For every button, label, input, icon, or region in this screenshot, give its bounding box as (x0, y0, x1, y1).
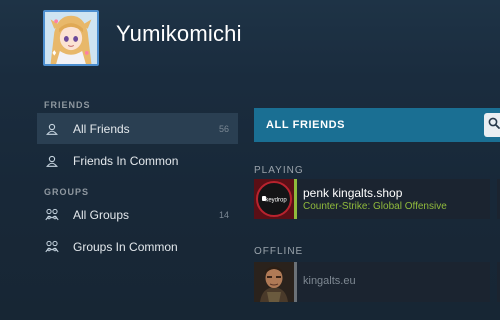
person-icon (45, 154, 59, 168)
sidebar-item-friends-in-common[interactable]: Friends In Common (37, 145, 238, 176)
keydrop-logo-icon: keydrop (254, 179, 294, 219)
groups-count: 14 (218, 209, 229, 220)
sidebar-item-label: All Friends (73, 121, 130, 136)
sidebar-item-all-friends[interactable]: All Friends 56 (37, 113, 238, 144)
profile-username: Yumikomichi (116, 21, 242, 46)
friends-section-label: FRIENDS (44, 100, 91, 110)
in-game-status-bar (294, 179, 297, 219)
sidebar-item-all-groups[interactable]: All Groups 14 (37, 199, 238, 230)
search-icon (488, 116, 500, 134)
person-icon (45, 122, 59, 136)
friend-game: Counter-Strike: Global Offensive (303, 201, 447, 212)
soldier-avatar-icon (254, 262, 294, 302)
group-icon (45, 240, 59, 254)
offline-group-label: OFFLINE (254, 246, 304, 257)
group-icon (45, 208, 59, 222)
friend-name: penk kingalts.shop (303, 186, 403, 200)
groups-section-label: GROUPS (44, 187, 90, 197)
offline-status-bar (294, 262, 297, 302)
friend-avatar (254, 262, 294, 302)
sidebar-item-label: Groups In Common (73, 239, 178, 254)
search-button[interactable] (484, 113, 500, 137)
profile-avatar[interactable] (43, 10, 99, 66)
svg-text:keydrop: keydrop (265, 198, 287, 204)
profile-header: Yumikomichi (0, 0, 500, 82)
friends-list-title: ALL FRIENDS (266, 119, 346, 131)
friends-list-header: ALL FRIENDS (254, 108, 500, 142)
sidebar-item-groups-in-common[interactable]: Groups In Common (37, 231, 238, 262)
friend-card-playing[interactable]: keydrop penk kingalts.shop Counter-Strik… (254, 179, 490, 219)
sidebar-item-label: Friends In Common (73, 153, 179, 168)
sidebar-item-label: All Groups (73, 207, 130, 222)
anime-avatar-icon (45, 12, 97, 64)
playing-group-label: PLAYING (254, 165, 304, 176)
friend-card-offline[interactable]: kingalts.eu (254, 262, 490, 302)
friend-avatar: keydrop (254, 179, 294, 219)
friend-name: kingalts.eu (303, 275, 356, 287)
friends-count: 56 (218, 123, 229, 134)
